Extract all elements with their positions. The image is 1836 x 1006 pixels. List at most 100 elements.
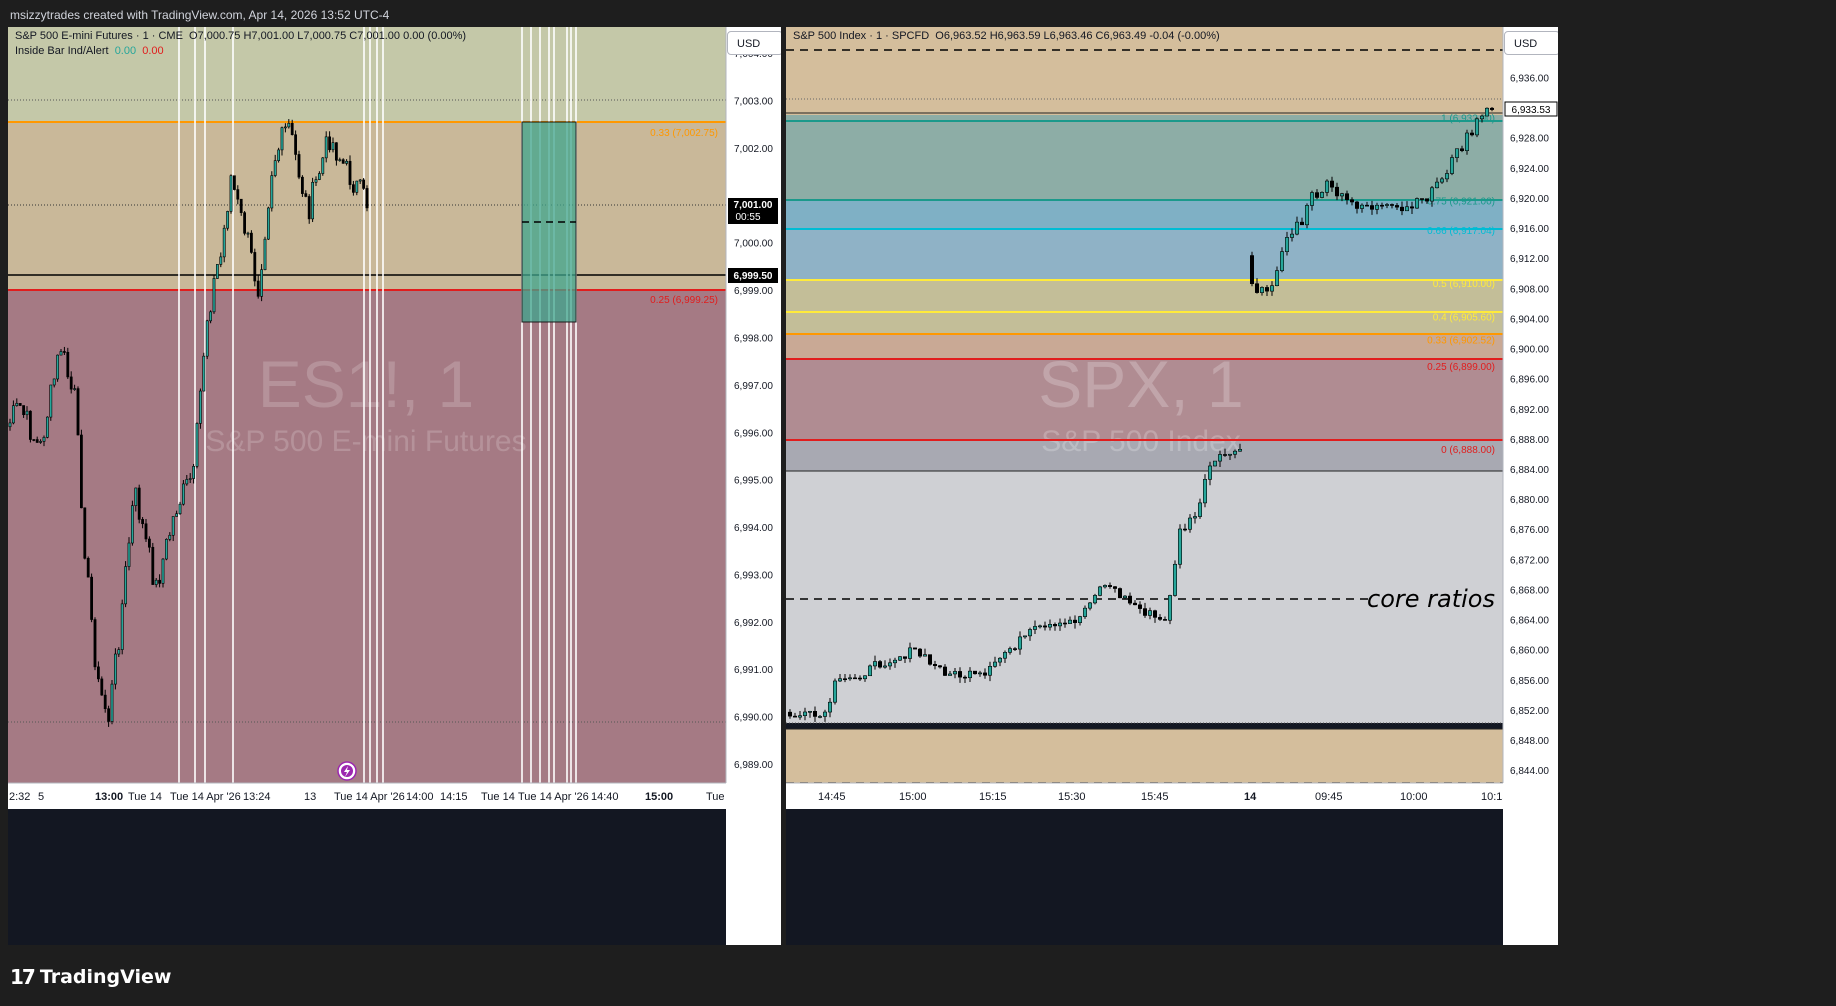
candle-body — [1314, 192, 1319, 198]
candle-body — [273, 160, 277, 176]
time-tick-label: 09:45 — [1315, 791, 1343, 803]
candle-body — [1409, 206, 1414, 209]
symbol-title[interactable]: S&P 500 Index · 1 · SPCFD — [793, 30, 929, 42]
candle-body — [69, 376, 73, 390]
candle-body — [222, 227, 226, 258]
candle-body — [1399, 206, 1404, 212]
price-tick-label: 6,995.00 — [734, 476, 773, 487]
right-chart-pane[interactable]: SPX, 1 S&P 500 Index 1 (6,932.00) 0.75 (6… — [786, 27, 1558, 945]
candle-body — [8, 422, 12, 428]
currency-button[interactable]: USD — [727, 31, 781, 55]
candle-body — [1097, 586, 1102, 596]
candle-body — [1449, 157, 1454, 174]
candle-body — [953, 671, 958, 675]
candle-body — [1042, 625, 1047, 628]
price-tick-label: 6,904.00 — [1510, 314, 1549, 325]
price-tick-label: 6,992.00 — [734, 618, 773, 629]
symbol-title[interactable]: S&P 500 E-mini Futures · 1 · CME — [15, 30, 183, 42]
price-tick-label: 6,876.00 — [1510, 525, 1549, 536]
time-tick-label: 14 — [1244, 791, 1257, 803]
candle-body — [328, 136, 332, 151]
price-tick-label: 6,928.00 — [1510, 134, 1549, 145]
right-chart-canvas[interactable]: SPX, 1 S&P 500 Index 1 (6,932.00)0.75 (6… — [786, 27, 1558, 945]
candle-body — [1404, 206, 1409, 212]
annotation-core-ratios[interactable]: core ratios — [1367, 585, 1495, 613]
candle-body — [151, 546, 155, 585]
candle-body — [943, 666, 948, 676]
candle-body — [348, 160, 352, 185]
candle-body — [287, 122, 291, 128]
left-chart-pane[interactable]: ES1!, 1 S&P 500 E-mini Futures 0.33 (7,0… — [8, 27, 781, 945]
time-tick-label: 15:00 — [899, 791, 927, 803]
indicator-name[interactable]: Inside Bar Ind/Alert — [15, 45, 109, 57]
candle-body — [202, 355, 206, 392]
candle-body — [1147, 610, 1152, 616]
candle-body — [362, 179, 366, 189]
candle-body — [66, 351, 70, 378]
candle-body — [1384, 204, 1389, 206]
candle-body — [260, 269, 264, 297]
zone-bottom — [786, 729, 1503, 783]
zone-blue — [786, 229, 1503, 280]
candle-body — [1197, 502, 1202, 517]
candle-body — [1379, 204, 1384, 207]
candle-body — [1067, 619, 1072, 624]
candle-body — [1479, 115, 1484, 120]
candle-body — [175, 513, 179, 517]
candle-body — [49, 384, 53, 418]
candle-body — [351, 184, 355, 193]
candle-body — [1349, 199, 1354, 203]
candle-body — [1038, 625, 1043, 628]
candle-body — [358, 179, 362, 182]
brand-name: TradingView — [39, 966, 172, 988]
candle-body — [1023, 635, 1028, 638]
candle-body — [817, 716, 822, 718]
price-tick-label: 6,888.00 — [1510, 435, 1549, 446]
time-tick-label: 14:40 — [591, 791, 619, 803]
candle-body — [1454, 148, 1459, 158]
candle-body — [93, 619, 97, 668]
candle-body — [847, 677, 852, 680]
candle-body — [307, 196, 311, 220]
candle-body — [134, 487, 138, 506]
candle-body — [842, 678, 847, 681]
price-tick-label: 6,856.00 — [1510, 676, 1549, 687]
candle-body — [212, 278, 216, 313]
candle-body — [948, 673, 953, 676]
candle-body — [1459, 148, 1464, 151]
candle-body — [1444, 173, 1449, 180]
candle-body — [1092, 595, 1097, 604]
last-price-label: 7,001.00 — [734, 200, 773, 211]
symbol-legend-row[interactable]: S&P 500 E-mini Futures · 1 · CME O7,000.… — [15, 30, 466, 42]
price-tick-label: 6,989.00 — [734, 760, 773, 771]
currency-button[interactable]: USD — [1504, 31, 1558, 55]
candle-body — [365, 188, 369, 209]
left-chart-canvas[interactable]: ES1!, 1 S&P 500 E-mini Futures 0.33 (7,0… — [8, 27, 781, 945]
candle-body — [165, 539, 168, 560]
crosshair-price-label: 6,999.50 — [734, 271, 773, 282]
candle-body — [993, 661, 998, 667]
candle-body — [1207, 465, 1212, 480]
candle-body — [1439, 178, 1444, 183]
candle-body — [56, 354, 60, 380]
price-tick-label: 6,860.00 — [1510, 646, 1549, 657]
candle-body — [983, 672, 988, 676]
candle-body — [1062, 622, 1067, 625]
candle-body — [1057, 622, 1062, 627]
axis-corner — [726, 783, 781, 809]
candle-body — [1192, 516, 1197, 519]
candle-body — [1364, 204, 1369, 207]
fib-label: 0.75 (6,921.00) — [1427, 196, 1495, 207]
candle-body — [256, 280, 260, 297]
candle-body — [73, 388, 77, 390]
candle-body — [114, 653, 117, 685]
candle-body — [1237, 448, 1242, 452]
price-tick-label: 6,990.00 — [734, 713, 773, 724]
indicator-legend-row[interactable]: Inside Bar Ind/Alert 0.00 0.00 — [15, 45, 466, 57]
candle-body — [168, 534, 172, 540]
candle-body — [294, 134, 298, 155]
candle-body — [1212, 460, 1217, 467]
candle-body — [1319, 192, 1324, 198]
tradingview-logo[interactable]: 17 TradingView — [10, 965, 171, 989]
lightning-alert-icon[interactable] — [337, 761, 357, 781]
